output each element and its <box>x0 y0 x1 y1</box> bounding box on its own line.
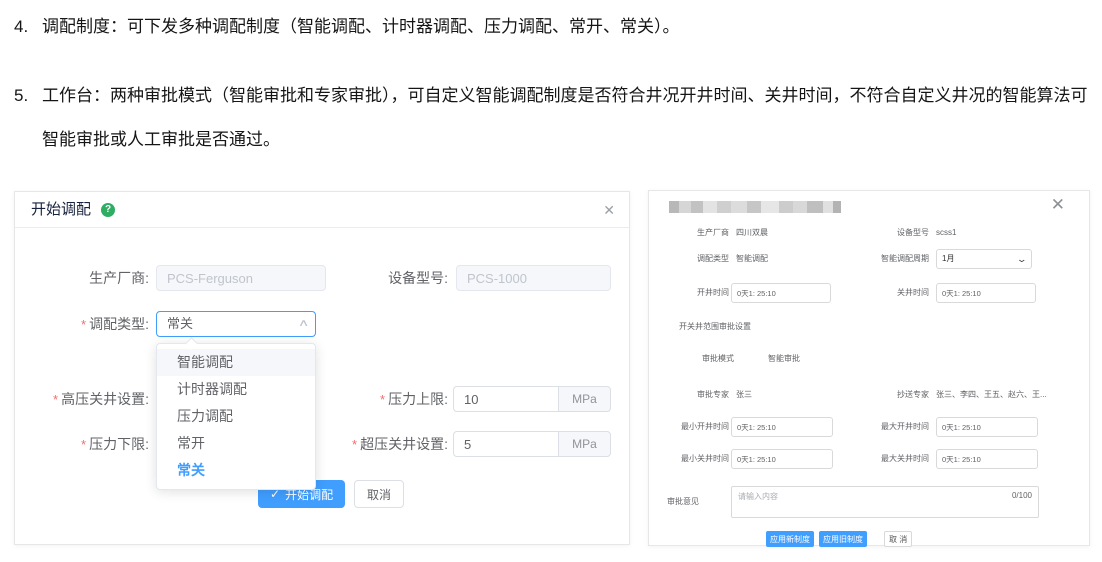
dispatch-type-label: 调配类型 <box>649 249 729 269</box>
form-row: 审批模式 智能审批 <box>649 349 1089 369</box>
close-time-input[interactable] <box>936 283 1036 303</box>
selected-value: 1月 <box>942 250 954 268</box>
help-icon[interactable]: ? <box>101 203 115 217</box>
apply-new-policy-button[interactable]: 应用新制度 <box>766 531 814 547</box>
approval-expert-value: 张三 <box>736 385 752 405</box>
required-mark: * <box>81 437 86 452</box>
open-time-input[interactable] <box>731 283 831 303</box>
overpressure-group: MPa <box>453 431 611 457</box>
device-model-label: 设备型号: <box>335 265 448 291</box>
pressure-upper-input[interactable] <box>453 386 558 412</box>
dropdown-option-smart[interactable]: 智能调配 <box>157 349 315 376</box>
min-open-time-input[interactable] <box>731 417 833 437</box>
document-text: 4. 调配制度：可下发多种调配制度（智能调配、计时器调配、压力调配、常开、常关）… <box>14 12 1092 162</box>
device-model-input <box>456 265 611 291</box>
list-number: 4. <box>14 12 42 42</box>
list-text: 调配制度：可下发多种调配制度（智能调配、计时器调配、压力调配、常开、常关）。 <box>42 12 680 42</box>
form-row: *压力下限: *超压关井设置: MPa <box>15 431 629 457</box>
dropdown-option-always-closed[interactable]: 常关 <box>157 457 315 484</box>
apply-old-policy-button[interactable]: 应用旧制度 <box>819 531 867 547</box>
min-close-time-input[interactable] <box>731 449 833 469</box>
form-row: 生产厂商 四川双晨 设备型号 scss1 <box>649 223 1089 243</box>
cancel-button[interactable]: 取 消 <box>884 531 912 547</box>
approval-comment-textarea[interactable]: 请输入内容 0/100 <box>731 486 1039 518</box>
textarea-placeholder: 请输入内容 <box>738 491 778 502</box>
list-number: 5. <box>14 74 42 162</box>
high-pressure-shutin-label: *高压关井设置: <box>15 386 149 413</box>
pressure-upper-label: *压力上限: <box>345 386 448 413</box>
unit-addon: MPa <box>558 431 611 457</box>
device-model-label: 设备型号 <box>829 223 929 243</box>
dropdown-option-pressure[interactable]: 压力调配 <box>157 403 315 430</box>
max-close-time-input[interactable] <box>936 449 1038 469</box>
close-icon[interactable]: ✕ <box>1051 195 1065 215</box>
required-mark: * <box>380 392 385 407</box>
dropdown-option-always-open[interactable]: 常开 <box>157 430 315 457</box>
manufacturer-label: 生产厂商 <box>649 223 729 243</box>
device-model-value: scss1 <box>936 223 956 243</box>
max-open-time-input[interactable] <box>936 417 1038 437</box>
required-mark: * <box>352 437 357 452</box>
char-counter: 0/100 <box>1012 491 1032 500</box>
overpressure-shutin-label: *超压关井设置: <box>345 431 448 458</box>
section-title: 开关井范围审批设置 <box>679 321 751 333</box>
dropdown-option-timer[interactable]: 计时器调配 <box>157 376 315 403</box>
form-row: 审批意见 请输入内容 0/100 <box>649 485 1089 519</box>
dispatch-type-label: *调配类型: <box>15 311 149 338</box>
chevron-up-icon: ∧ <box>297 312 309 336</box>
min-open-time-label: 最小开井时间 <box>649 417 729 437</box>
required-mark: * <box>53 392 58 407</box>
dispatch-type-value: 智能调配 <box>736 249 768 269</box>
manufacturer-value: 四川双晨 <box>736 223 768 243</box>
dialog-header: 开始调配 ? ✕ <box>15 192 629 228</box>
chevron-down-icon: ⌄ <box>1017 250 1028 268</box>
approval-review-dialog: ✕ 生产厂商 四川双晨 设备型号 scss1 调配类型 智能调配 智能调配周期 … <box>648 190 1090 546</box>
list-item-4: 4. 调配制度：可下发多种调配制度（智能调配、计时器调配、压力调配、常开、常关）… <box>14 12 1092 42</box>
open-time-label: 开井时间 <box>649 283 729 303</box>
cc-experts-value: 张三、李四、王五、赵六、王... <box>936 385 1047 405</box>
required-mark: * <box>81 317 86 332</box>
form-row: *高压关井设置: *压力上限: MPa <box>15 386 629 412</box>
smart-cycle-select[interactable]: 1月 ⌄ <box>936 249 1032 269</box>
overpressure-input[interactable] <box>453 431 558 457</box>
start-dispatch-dialog: 开始调配 ? ✕ 生产厂商: 设备型号: *调配类型: 常关 ∧ *高压关井设置… <box>14 191 630 545</box>
form-row: *调配类型: 常关 ∧ <box>15 311 629 337</box>
form-row: 开井时间 关井时间 <box>649 283 1089 303</box>
redacted-title <box>669 201 841 213</box>
close-time-label: 关井时间 <box>829 283 929 303</box>
pressure-upper-group: MPa <box>453 386 611 412</box>
form-row: 审批专家 张三 抄送专家 张三、李四、王五、赵六、王... <box>649 385 1089 405</box>
form-row: 调配类型 智能调配 智能调配周期 1月 ⌄ <box>649 249 1089 271</box>
form-row: 生产厂商: 设备型号: <box>15 265 629 291</box>
approval-mode-label: 审批模式 <box>649 349 734 369</box>
dispatch-type-select[interactable]: 常关 ∧ <box>156 311 316 337</box>
manufacturer-label: 生产厂商: <box>15 265 149 291</box>
selected-value: 常关 <box>167 312 193 336</box>
smart-cycle-label: 智能调配周期 <box>829 249 929 269</box>
dialog-footer: ✓ 开始调配 取消 <box>15 480 629 508</box>
unit-addon: MPa <box>558 386 611 412</box>
form-row: 最小关井时间 最大关井时间 <box>649 449 1089 469</box>
dispatch-type-dropdown: 智能调配 计时器调配 压力调配 常开 常关 <box>156 343 316 490</box>
dialog-footer: 应用新制度 应用旧制度 取 消 <box>649 531 1089 547</box>
list-text: 工作台：两种审批模式（智能审批和专家审批），可自定义智能调配制度是否符合井况开井… <box>42 74 1092 162</box>
max-open-time-label: 最大开井时间 <box>829 417 929 437</box>
min-close-time-label: 最小关井时间 <box>649 449 729 469</box>
pressure-lower-label: *压力下限: <box>15 431 149 458</box>
form-row: 最小开井时间 最大开井时间 <box>649 417 1089 437</box>
approval-comment-label: 审批意见 <box>649 485 699 519</box>
dialog-title: 开始调配 <box>31 192 91 228</box>
cc-experts-label: 抄送专家 <box>829 385 929 405</box>
close-icon[interactable]: ✕ <box>603 192 615 228</box>
approval-mode-value: 智能审批 <box>768 349 800 369</box>
cancel-button[interactable]: 取消 <box>354 480 404 508</box>
max-close-time-label: 最大关井时间 <box>829 449 929 469</box>
list-item-5: 5. 工作台：两种审批模式（智能审批和专家审批），可自定义智能调配制度是否符合井… <box>14 74 1092 162</box>
approval-expert-label: 审批专家 <box>649 385 729 405</box>
manufacturer-input <box>156 265 326 291</box>
